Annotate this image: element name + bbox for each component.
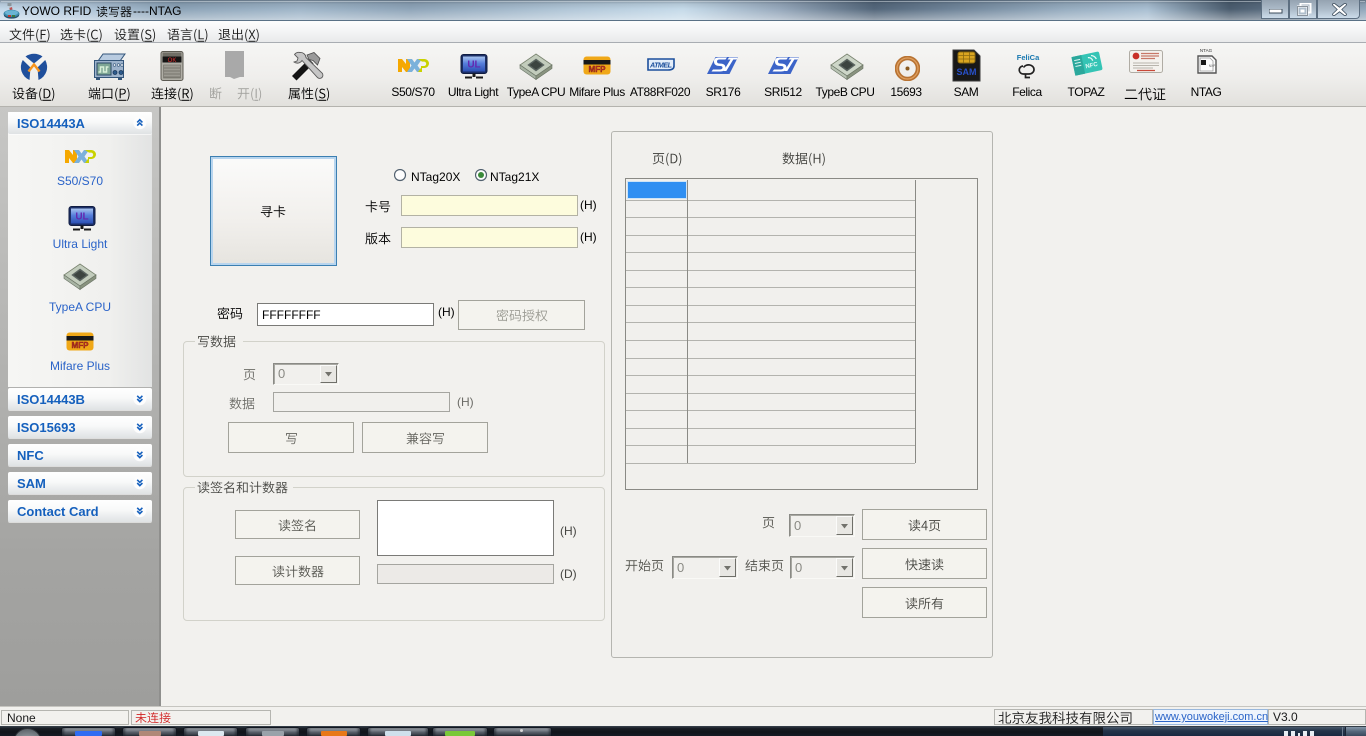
svg-text:UL: UL	[467, 60, 480, 71]
svg-text:NTAG: NTAG	[1200, 48, 1213, 53]
svg-text:SAM: SAM	[957, 67, 977, 77]
svg-text:MFP: MFP	[589, 65, 607, 74]
svg-text:MFP: MFP	[72, 341, 90, 350]
svg-text:FeliCa: FeliCa	[1017, 53, 1040, 62]
svg-text:OK: OK	[168, 58, 177, 64]
svg-text:NXP: NXP	[1209, 64, 1216, 68]
svg-text:UL: UL	[75, 212, 88, 223]
svg-text:ATMEL: ATMEL	[649, 61, 672, 70]
